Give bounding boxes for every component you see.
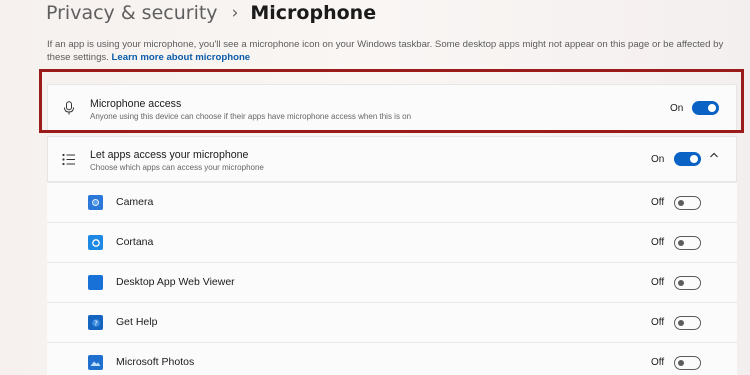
app-toggle[interactable]	[674, 316, 701, 330]
app-state: Off	[651, 197, 665, 208]
app-label: Microsoft Photos	[116, 356, 195, 368]
svg-text:?: ?	[94, 319, 98, 327]
app-row-camera: Camera Off	[47, 182, 737, 222]
page-title: Microphone	[250, 2, 377, 24]
let-apps-access-card[interactable]: Let apps access your microphone Choose w…	[47, 136, 737, 182]
web-viewer-app-icon	[88, 275, 103, 290]
app-label: Get Help	[116, 316, 158, 328]
learn-more-link[interactable]: Learn more about microphone	[112, 52, 251, 63]
highlight-frame	[39, 69, 744, 133]
app-state: Off	[651, 357, 665, 368]
app-toggle[interactable]	[674, 356, 701, 370]
list-icon	[62, 152, 76, 166]
app-row-microsoft-photos: Microsoft Photos Off	[47, 342, 737, 375]
app-label: Desktop App Web Viewer	[116, 276, 235, 288]
chevron-up-icon[interactable]	[709, 150, 719, 163]
cortana-app-icon	[88, 235, 103, 250]
app-row-cortana: Cortana Off	[47, 222, 737, 262]
app-state: Off	[651, 277, 665, 288]
breadcrumb-separator-icon: ›	[231, 3, 239, 23]
let-apps-state: On	[651, 154, 665, 165]
photos-app-icon	[88, 355, 103, 370]
get-help-app-icon: ?	[88, 315, 103, 330]
app-toggle[interactable]	[674, 236, 701, 250]
app-state: Off	[651, 237, 665, 248]
camera-app-icon	[88, 195, 103, 210]
app-row-get-help: ? Get Help Off	[47, 302, 737, 342]
app-label: Cortana	[116, 236, 154, 248]
let-apps-toggle[interactable]	[674, 152, 701, 166]
let-apps-title: Let apps access your microphone	[90, 149, 249, 161]
breadcrumb: Privacy & security › Microphone	[46, 0, 376, 26]
breadcrumb-parent[interactable]: Privacy & security	[46, 2, 218, 24]
app-state: Off	[651, 317, 665, 328]
app-row-desktop-app-web-viewer: Desktop App Web Viewer Off	[47, 262, 737, 302]
app-label: Camera	[116, 196, 154, 208]
app-toggle[interactable]	[674, 276, 701, 290]
page-description: If an app is using your microphone, you'…	[47, 38, 737, 64]
app-toggle[interactable]	[674, 196, 701, 210]
let-apps-subtitle: Choose which apps can access your microp…	[90, 163, 264, 172]
